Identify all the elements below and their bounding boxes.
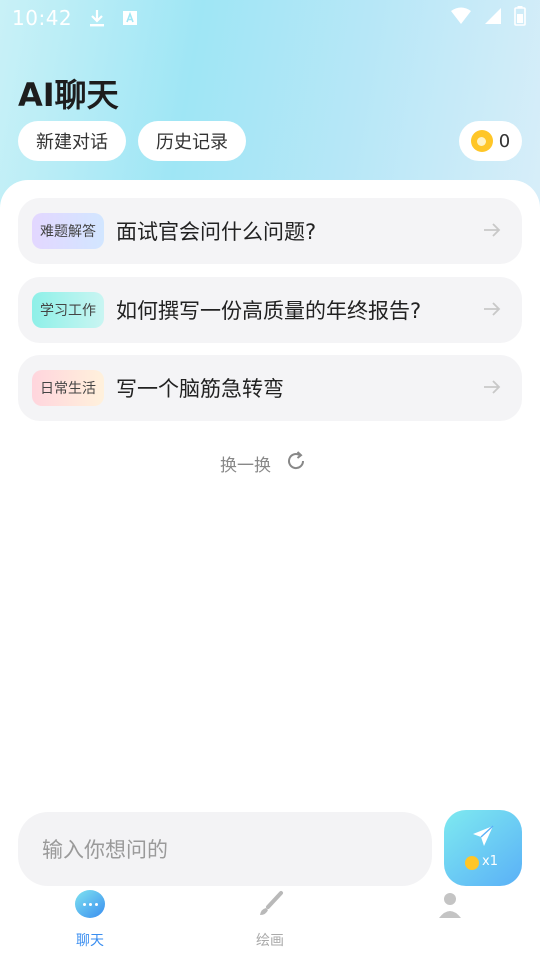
nav-draw-label: 绘画 (256, 933, 284, 949)
signal-icon (484, 7, 502, 30)
arrow-right-icon (482, 299, 502, 323)
coin-count: 0 (498, 130, 511, 152)
send-button[interactable]: x1 (444, 810, 522, 886)
download-icon (88, 8, 106, 28)
suggestion-item[interactable]: 日常生活 写一个脑筋急转弯 (18, 355, 522, 421)
refresh-button[interactable]: 换一换 (220, 450, 307, 477)
suggestion-tag: 日常生活 (32, 370, 104, 406)
new-chat-button[interactable]: 新建对话 (18, 121, 126, 161)
nav-draw[interactable]: 绘画 (235, 890, 305, 950)
chat-icon (55, 890, 125, 922)
suggestion-text: 写一个脑筋急转弯 (116, 377, 284, 401)
suggestion-text: 面试官会问什么问题? (116, 220, 317, 244)
suggestion-item[interactable]: 学习工作 如何撰写一份高质量的年终报告? (18, 277, 522, 343)
coin-balance[interactable]: 0 (459, 121, 522, 161)
suggestion-tag: 学习工作 (32, 292, 104, 328)
suggestion-tag: 难题解答 (32, 213, 104, 249)
arrow-right-icon (482, 220, 502, 244)
message-input[interactable]: 输入你想问的 (18, 812, 432, 886)
coin-icon (470, 130, 493, 152)
text-a-icon (122, 10, 138, 26)
status-time: 10:42 (12, 6, 73, 30)
profile-icon (415, 890, 485, 922)
send-icon (471, 824, 495, 852)
battery-icon (514, 5, 526, 31)
send-cost: x1 (482, 854, 498, 869)
history-button[interactable]: 历史记录 (138, 121, 246, 161)
refresh-label: 换一换 (220, 456, 271, 476)
coin-icon (465, 856, 479, 870)
status-bar: 10:42 (0, 0, 540, 36)
message-input-placeholder: 输入你想问的 (42, 838, 168, 862)
nav-chat-label: 聊天 (76, 933, 104, 949)
page-title: AI聊天 (18, 76, 119, 114)
suggestion-text: 如何撰写一份高质量的年终报告? (116, 299, 422, 323)
arrow-right-icon (482, 377, 502, 401)
refresh-icon (285, 450, 307, 477)
wifi-icon (450, 7, 472, 30)
suggestion-item[interactable]: 难题解答 面试官会问什么问题? (18, 198, 522, 264)
nav-profile[interactable] (415, 890, 485, 930)
nav-chat[interactable]: 聊天 (55, 890, 125, 950)
brush-icon (235, 890, 305, 922)
